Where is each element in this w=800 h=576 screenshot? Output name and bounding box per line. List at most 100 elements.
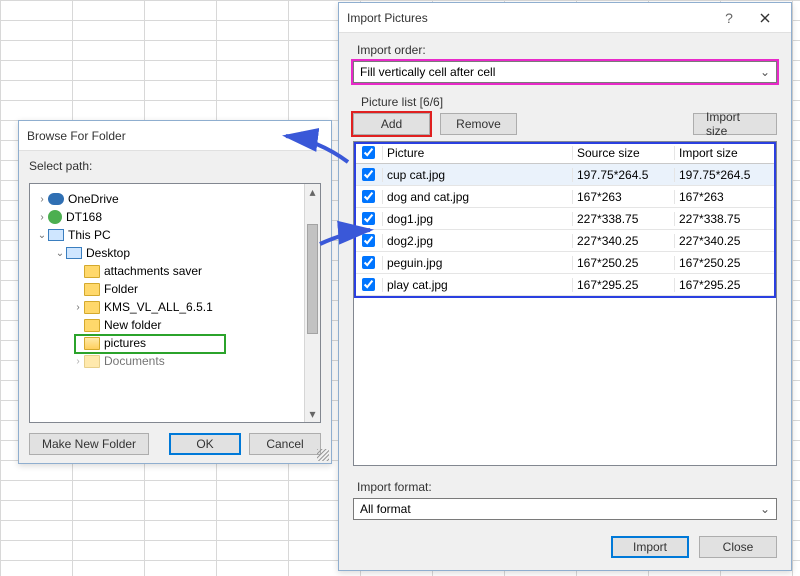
table-header: Picture Source size Import size: [354, 142, 776, 164]
folder-icon: [84, 301, 100, 314]
help-icon[interactable]: ?: [711, 4, 747, 32]
tree-label: New folder: [104, 318, 161, 332]
tree-node-dt168[interactable]: › DT168: [32, 208, 318, 226]
import-button[interactable]: Import: [611, 536, 689, 558]
make-new-folder-button[interactable]: Make New Folder: [29, 433, 149, 455]
cell-picture: cup cat.jpg: [382, 168, 572, 182]
cell-source-size: 227*338.75: [572, 212, 674, 226]
cell-source-size: 167*295.25: [572, 278, 674, 292]
browse-folder-dialog: Browse For Folder Select path: › OneDriv…: [18, 120, 332, 464]
tree-scrollbar[interactable]: ▴ ▾: [304, 184, 320, 422]
cell-picture: dog1.jpg: [382, 212, 572, 226]
tree-node-onedrive[interactable]: › OneDrive: [32, 190, 318, 208]
tree-node-newfolder[interactable]: New folder: [32, 316, 318, 334]
cancel-button[interactable]: Cancel: [249, 433, 321, 455]
scroll-down-icon[interactable]: ▾: [305, 406, 320, 422]
close-icon[interactable]: [747, 4, 783, 32]
folder-icon: [84, 265, 100, 278]
cell-source-size: 167*263: [572, 190, 674, 204]
row-checkbox[interactable]: [362, 168, 375, 181]
onedrive-icon: [48, 193, 64, 205]
add-button[interactable]: Add: [353, 113, 430, 135]
remove-button[interactable]: Remove: [440, 113, 517, 135]
picture-list-label: Picture list [6/6]: [357, 95, 777, 109]
tree-node-kms[interactable]: › KMS_VL_ALL_6.5.1: [32, 298, 318, 316]
table-row[interactable]: peguin.jpg167*250.25167*250.25: [354, 252, 776, 274]
chevron-right-icon[interactable]: ›: [36, 212, 48, 223]
row-checkbox[interactable]: [362, 212, 375, 225]
chevron-down-icon[interactable]: ⌄: [36, 230, 48, 241]
row-checkbox[interactable]: [362, 190, 375, 203]
tree-label: DT168: [66, 210, 102, 224]
header-import-size[interactable]: Import size: [674, 146, 776, 160]
tree-label: Documents: [104, 354, 165, 368]
browse-titlebar: Browse For Folder: [19, 121, 331, 151]
cell-import-size: 167*263: [674, 190, 776, 204]
select-all-checkbox[interactable]: [362, 146, 375, 159]
import-size-button[interactable]: Import size: [693, 113, 777, 135]
scroll-thumb[interactable]: [307, 224, 318, 334]
tree-node-pictures[interactable]: pictures: [32, 334, 318, 352]
folder-icon: [84, 283, 100, 296]
import-format-value: All format: [360, 502, 411, 516]
import-title: Import Pictures: [347, 11, 711, 25]
import-order-select[interactable]: Fill vertically cell after cell ⌄: [353, 61, 777, 83]
import-titlebar: Import Pictures ?: [339, 3, 791, 33]
table-row[interactable]: dog and cat.jpg167*263167*263: [354, 186, 776, 208]
import-format-select[interactable]: All format ⌄: [353, 498, 777, 520]
cell-import-size: 227*338.75: [674, 212, 776, 226]
tree-node-folder[interactable]: Folder: [32, 280, 318, 298]
cell-import-size: 197.75*264.5: [674, 168, 776, 182]
table-row[interactable]: cup cat.jpg197.75*264.5197.75*264.5: [354, 164, 776, 186]
table-row[interactable]: dog2.jpg227*340.25227*340.25: [354, 230, 776, 252]
picture-table: Picture Source size Import size cup cat.…: [353, 141, 777, 466]
cell-import-size: 167*250.25: [674, 256, 776, 270]
table-row[interactable]: play cat.jpg167*295.25167*295.25: [354, 274, 776, 296]
import-pictures-dialog: Import Pictures ? Import order: Fill ver…: [338, 2, 792, 571]
tree-label: Desktop: [86, 246, 130, 260]
tree-label: KMS_VL_ALL_6.5.1: [104, 300, 213, 314]
tree-label: pictures: [104, 336, 146, 350]
row-checkbox[interactable]: [362, 278, 375, 291]
tree-label: Folder: [104, 282, 138, 296]
import-order-label: Import order:: [353, 43, 777, 57]
cell-source-size: 197.75*264.5: [572, 168, 674, 182]
tree-node-documents[interactable]: › Documents: [32, 352, 318, 370]
header-source-size[interactable]: Source size: [572, 146, 674, 160]
chevron-down-icon[interactable]: ⌄: [54, 248, 66, 259]
cell-picture: peguin.jpg: [382, 256, 572, 270]
close-button[interactable]: Close: [699, 536, 777, 558]
resize-grip-icon[interactable]: [317, 449, 329, 461]
cell-picture: dog and cat.jpg: [382, 190, 572, 204]
chevron-right-icon[interactable]: ›: [72, 302, 84, 313]
chevron-right-icon[interactable]: ›: [72, 356, 84, 367]
ok-button[interactable]: OK: [169, 433, 241, 455]
tree-label: OneDrive: [68, 192, 119, 206]
tree-label: attachments saver: [104, 264, 202, 278]
desktop-icon: [66, 247, 82, 259]
folder-icon: [84, 319, 100, 332]
close-icon[interactable]: [287, 122, 323, 150]
row-checkbox[interactable]: [362, 256, 375, 269]
table-row[interactable]: dog1.jpg227*338.75227*338.75: [354, 208, 776, 230]
chevron-down-icon[interactable]: ⌄: [756, 500, 774, 518]
user-icon: [48, 210, 62, 224]
import-order-value: Fill vertically cell after cell: [360, 65, 495, 79]
tree-node-desktop[interactable]: ⌄ Desktop: [32, 244, 318, 262]
pc-icon: [48, 229, 64, 241]
chevron-right-icon[interactable]: ›: [36, 194, 48, 205]
header-picture[interactable]: Picture: [382, 146, 572, 160]
import-format-label: Import format:: [353, 480, 777, 494]
cell-source-size: 227*340.25: [572, 234, 674, 248]
tree-node-attachments[interactable]: attachments saver: [32, 262, 318, 280]
chevron-down-icon[interactable]: ⌄: [756, 63, 774, 81]
folder-tree[interactable]: › OneDrive › DT168 ⌄ This PC ⌄ Desktop: [29, 183, 321, 423]
row-checkbox[interactable]: [362, 234, 375, 247]
folder-icon: [84, 337, 100, 350]
scroll-up-icon[interactable]: ▴: [305, 184, 320, 200]
cell-picture: play cat.jpg: [382, 278, 572, 292]
select-path-label: Select path:: [29, 159, 321, 173]
cell-import-size: 167*295.25: [674, 278, 776, 292]
tree-node-thispc[interactable]: ⌄ This PC: [32, 226, 318, 244]
cell-picture: dog2.jpg: [382, 234, 572, 248]
